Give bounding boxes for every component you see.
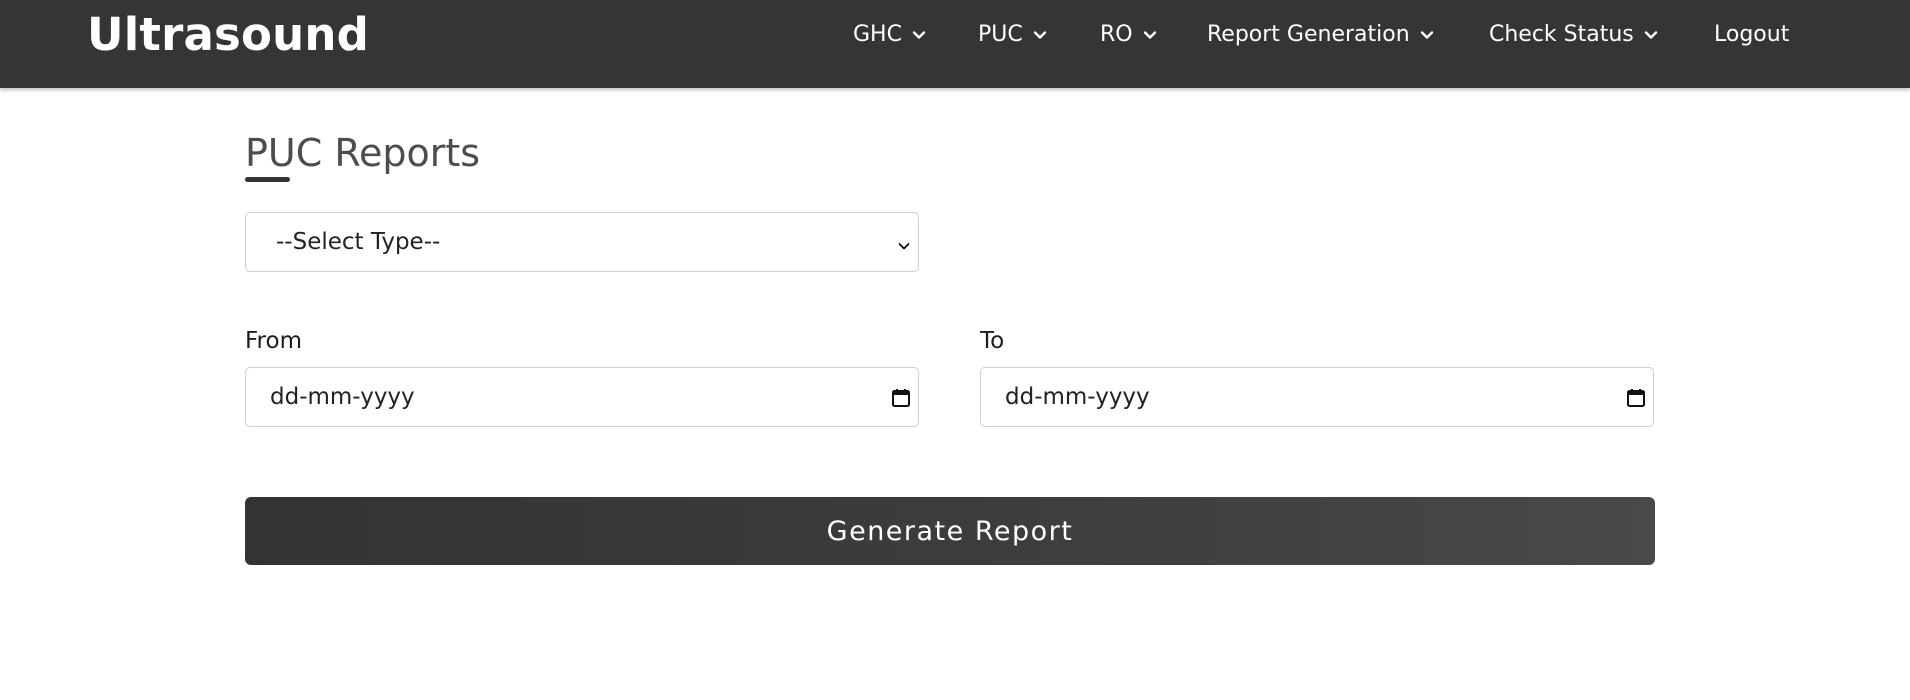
- nav-item-puc[interactable]: PUC: [978, 22, 1047, 48]
- chevron-down-icon: [1644, 28, 1658, 42]
- nav-item-label: Logout: [1714, 22, 1790, 47]
- from-label: From: [245, 328, 302, 354]
- calendar-icon[interactable]: [890, 387, 912, 409]
- type-select-value: --Select Type--: [276, 229, 441, 255]
- nav-item-label: Report Generation: [1207, 22, 1410, 47]
- calendar-icon[interactable]: [1625, 387, 1647, 409]
- nav-item-check-status[interactable]: Check Status: [1489, 22, 1658, 48]
- page-title: PUC Reports: [245, 131, 481, 175]
- nav-item-report-generation[interactable]: Report Generation: [1207, 22, 1434, 48]
- nav-item-label: Check Status: [1489, 22, 1634, 47]
- to-label: To: [980, 328, 1005, 354]
- chevron-down-icon: [1420, 28, 1434, 42]
- chevron-down-icon: [1143, 28, 1157, 42]
- nav-item-ghc[interactable]: GHC: [853, 22, 926, 48]
- type-select[interactable]: --Select Type--: [245, 212, 919, 272]
- title-underline: [245, 177, 290, 182]
- generate-report-button[interactable]: Generate Report: [245, 497, 1655, 565]
- to-date-input[interactable]: dd-mm-yyyy: [980, 367, 1654, 427]
- from-date-input[interactable]: dd-mm-yyyy: [245, 367, 919, 427]
- from-date-placeholder: dd-mm-yyyy: [270, 384, 415, 410]
- nav-item-ro[interactable]: RO: [1100, 22, 1157, 48]
- top-navbar: Ultrasound GHC PUC RO Report Generation …: [0, 0, 1910, 88]
- nav-item-logout[interactable]: Logout: [1714, 22, 1789, 48]
- nav-item-label: PUC: [978, 22, 1023, 47]
- to-date-placeholder: dd-mm-yyyy: [1005, 384, 1150, 410]
- nav-item-label: GHC: [853, 22, 902, 47]
- nav-item-label: RO: [1100, 22, 1133, 47]
- chevron-down-icon: [912, 28, 926, 42]
- chevron-down-icon: [896, 234, 912, 250]
- brand-logo[interactable]: Ultrasound: [87, 12, 369, 57]
- chevron-down-icon: [1033, 28, 1047, 42]
